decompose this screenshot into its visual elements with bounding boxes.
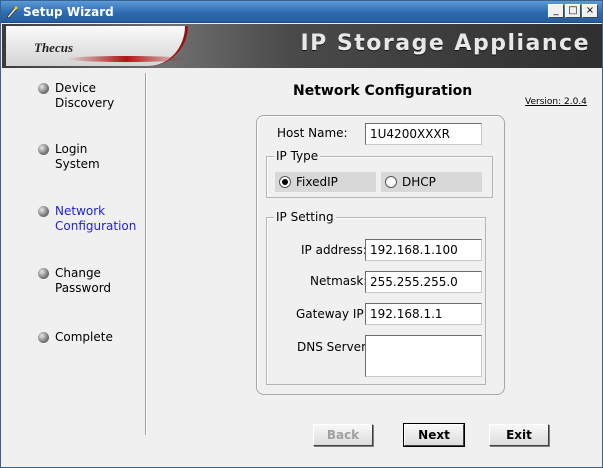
ip-type-legend: IP Type bbox=[274, 149, 321, 163]
logo-text: Thecus bbox=[34, 40, 73, 55]
exit-button[interactable]: Exit bbox=[489, 424, 549, 446]
maximize-button[interactable]: □ bbox=[565, 4, 581, 18]
version-label: Version: 2.0.4 bbox=[525, 97, 587, 107]
step-label: Complete bbox=[55, 330, 113, 344]
dns-server-label: DNS Server: bbox=[297, 340, 370, 354]
close-button[interactable]: × bbox=[582, 4, 598, 18]
fixed-ip-radio[interactable] bbox=[279, 176, 291, 188]
page-title: Network Configuration bbox=[293, 83, 473, 99]
step-bullet-icon bbox=[38, 268, 49, 279]
ip-address-input[interactable]: 192.168.1.100 bbox=[365, 239, 482, 261]
title-bar[interactable]: Setup Wizard _ □ × bbox=[1, 1, 602, 23]
window-title: Setup Wizard bbox=[23, 5, 114, 19]
step-label: Login System bbox=[55, 142, 100, 171]
step-bullet-icon bbox=[38, 332, 49, 343]
sidebar-divider bbox=[145, 73, 147, 435]
step-label: Network Configuration bbox=[55, 204, 137, 233]
gateway-ip-label: Gateway IP: bbox=[296, 307, 368, 321]
setup-wizard-window: Setup Wizard _ □ × Thecus IP Storage App… bbox=[0, 0, 603, 468]
dhcp-option[interactable]: DHCP bbox=[381, 172, 482, 192]
step-label: Device Discovery bbox=[55, 81, 115, 110]
window-controls: _ □ × bbox=[548, 4, 598, 18]
step-network-configuration: Network Configuration bbox=[38, 204, 145, 234]
app-icon bbox=[6, 6, 18, 19]
step-change-password: Change Password bbox=[38, 266, 145, 296]
step-device-discovery: Device Discovery bbox=[38, 81, 145, 111]
dns-server-input[interactable] bbox=[365, 335, 482, 377]
minimize-button[interactable]: _ bbox=[548, 4, 564, 18]
fixed-ip-label: FixedIP bbox=[296, 175, 338, 189]
netmask-label: Netmask: bbox=[310, 274, 368, 288]
host-name-label: Host Name: bbox=[277, 126, 348, 140]
logo-swoosh bbox=[66, 56, 186, 62]
host-name-input[interactable]: 1U4200XXXR bbox=[365, 123, 482, 145]
banner: Thecus IP Storage Appliance bbox=[2, 24, 602, 68]
step-login-system: Login System bbox=[38, 142, 145, 172]
gateway-ip-input[interactable]: 192.168.1.1 bbox=[365, 303, 482, 325]
wizard-steps: Device Discovery Login System Network Confi… bbox=[2, 69, 146, 435]
step-bullet-icon bbox=[38, 206, 49, 217]
thecus-logo: Thecus bbox=[6, 26, 188, 66]
step-label: Change Password bbox=[55, 266, 112, 295]
fixed-ip-option[interactable]: FixedIP bbox=[275, 172, 376, 192]
step-bullet-icon bbox=[38, 83, 49, 94]
dhcp-label: DHCP bbox=[402, 175, 436, 189]
banner-title: IP Storage Appliance bbox=[300, 31, 590, 56]
back-button[interactable]: Back bbox=[313, 424, 373, 446]
dhcp-radio[interactable] bbox=[385, 176, 397, 188]
step-bullet-icon bbox=[38, 144, 49, 155]
next-button[interactable]: Next bbox=[403, 423, 465, 447]
step-complete: Complete bbox=[38, 330, 145, 345]
ip-setting-legend: IP Setting bbox=[274, 210, 336, 224]
netmask-input[interactable]: 255.255.255.0 bbox=[365, 271, 482, 293]
ip-address-label: IP address: bbox=[301, 243, 367, 257]
